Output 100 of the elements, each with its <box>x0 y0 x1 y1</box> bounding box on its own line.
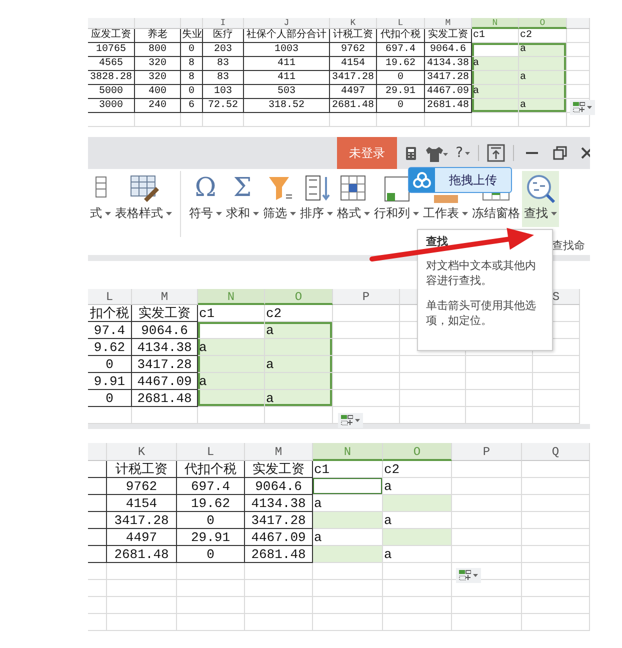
column-header[interactable] <box>567 18 590 29</box>
paste-options-button[interactable] <box>456 568 481 583</box>
column-header[interactable]: L <box>88 289 132 305</box>
table-cell <box>313 597 383 614</box>
table-cell: 实发工资 <box>245 461 313 478</box>
caret-icon <box>327 212 333 216</box>
table-cell: 扣个税 <box>88 305 132 322</box>
upload-icon <box>487 144 505 162</box>
table-cell <box>472 113 519 127</box>
table-cell <box>452 529 522 546</box>
column-header[interactable]: K <box>107 443 177 461</box>
paste-options-button[interactable] <box>570 100 595 115</box>
table-cell <box>533 373 580 390</box>
column-header[interactable] <box>88 18 135 29</box>
ribbon-button[interactable]: 式 <box>88 171 113 227</box>
upload-toast[interactable]: 拖拽上传 <box>408 167 512 193</box>
table-cell <box>452 512 522 529</box>
table-cell <box>466 373 533 390</box>
caret-icon <box>587 106 592 109</box>
table-cell: 19.62 <box>177 495 245 512</box>
table-cell: 4497 <box>330 85 377 99</box>
table-cell: 实发工资 <box>425 29 472 43</box>
table-cell <box>88 563 107 580</box>
table-cell <box>333 390 400 407</box>
table-cell: c1 <box>313 461 383 478</box>
column-header[interactable]: L <box>177 443 245 461</box>
table-cell: 4467.09 <box>245 529 313 546</box>
column-header[interactable] <box>88 443 107 461</box>
table-cell <box>567 29 590 43</box>
table-cell <box>533 356 580 373</box>
table-cell <box>533 390 580 407</box>
column-header[interactable]: J <box>244 18 330 29</box>
column-header[interactable] <box>181 18 203 29</box>
table-cell: 203 <box>203 43 244 57</box>
table-cell <box>466 390 533 407</box>
column-header[interactable]: Q <box>522 443 590 461</box>
table-cell: 697.4 <box>377 43 425 57</box>
table-cell <box>135 113 181 127</box>
table-cell: 83 <box>203 57 244 71</box>
caret-icon <box>290 212 296 216</box>
table-cell <box>313 563 383 580</box>
table-cell <box>522 529 590 546</box>
table-cell <box>88 546 107 563</box>
table-cell: 代扣个税 <box>377 29 425 43</box>
table-cell: 0 <box>177 512 245 529</box>
table-cell: 9064.6 <box>132 322 198 339</box>
table-cell <box>452 546 522 563</box>
login-button[interactable]: 未登录 <box>337 137 397 169</box>
search-icon <box>524 173 556 203</box>
table-cell: 9762 <box>330 43 377 57</box>
column-header[interactable]: M <box>245 443 313 461</box>
caret-icon <box>551 212 557 216</box>
column-header[interactable]: P <box>333 289 400 305</box>
table-cell: 0 <box>88 390 132 407</box>
column-header[interactable] <box>135 18 181 29</box>
table-cell: 3000 <box>88 99 135 113</box>
table-cell: 9.62 <box>88 339 132 356</box>
table-cell <box>88 113 135 127</box>
caret-icon <box>216 212 222 216</box>
table-cell <box>313 580 383 597</box>
column-header[interactable]: M <box>425 18 472 29</box>
column-header[interactable]: P <box>452 443 522 461</box>
ribbon-button[interactable]: 格式 <box>335 171 372 227</box>
symbol-icon: Σ <box>233 173 252 203</box>
table-cell: 医疗 <box>203 29 244 43</box>
paste-options-button[interactable] <box>338 413 363 428</box>
table-cell: 0 <box>377 71 425 85</box>
column-header[interactable]: K <box>330 18 377 29</box>
table-cell <box>245 614 313 631</box>
table-cell <box>88 495 107 512</box>
table-cell <box>245 597 313 614</box>
table-cell: 社保个人部分合计 <box>244 29 330 43</box>
table-cell: 103 <box>203 85 244 99</box>
table-cell <box>522 478 590 495</box>
table-cell <box>567 43 590 57</box>
caret-icon <box>473 574 478 577</box>
table-cell: c2 <box>383 461 452 478</box>
table-cell: 5000 <box>88 85 135 99</box>
column-header[interactable]: L <box>377 18 425 29</box>
table-cell <box>519 113 567 127</box>
restore-icon <box>552 145 568 161</box>
table-cell: 3417.28 <box>107 512 177 529</box>
caret-icon <box>465 152 470 154</box>
ribbon-button[interactable]: 查找 <box>522 171 559 227</box>
ribbon-button[interactable]: Ω 符号 <box>187 171 224 227</box>
symbol-icon: Ω <box>194 173 216 203</box>
table-cell <box>88 461 107 478</box>
table-cell <box>452 614 522 631</box>
column-header[interactable]: M <box>132 289 198 305</box>
ribbon-button[interactable]: 表格样式 <box>113 171 174 227</box>
ribbon-button[interactable]: 筛选 <box>261 171 298 227</box>
ribbon-button[interactable]: Σ 求和 <box>224 171 261 227</box>
table-cell: 0 <box>181 85 203 99</box>
ribbon-button[interactable]: 排序 <box>298 171 335 227</box>
table-cell: 320 <box>135 71 181 85</box>
table-cell <box>88 614 107 631</box>
table-cell <box>522 614 590 631</box>
help-button[interactable]: ? <box>456 145 470 161</box>
table-cell <box>425 113 472 127</box>
column-header[interactable]: I <box>203 18 244 29</box>
